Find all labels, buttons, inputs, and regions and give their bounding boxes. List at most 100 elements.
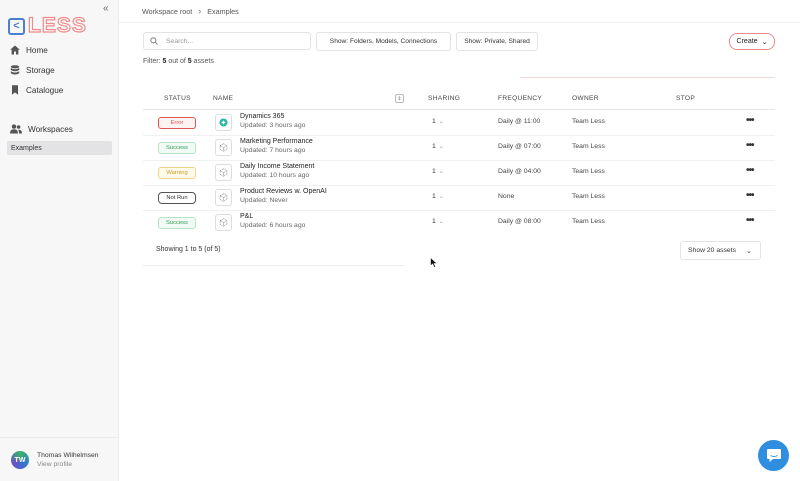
table-row[interactable]: Success Marketing Performance Updated: 7… xyxy=(143,136,775,161)
sharing-dropdown[interactable]: 1 ⌄ xyxy=(432,118,444,125)
column-owner[interactable]: OWNER xyxy=(572,95,599,102)
more-icon[interactable]: ••• xyxy=(746,140,754,151)
asset-updated: Updated: 6 hours ago xyxy=(240,222,306,229)
sidebar: < LESS « Home Storage Catalogue Workspac… xyxy=(0,0,119,481)
column-status[interactable]: STATUS xyxy=(164,95,191,102)
create-label: Create xyxy=(736,38,758,45)
more-icon[interactable]: ••• xyxy=(746,165,754,176)
frequency: Daily @ 08:00 xyxy=(498,218,541,225)
column-frequency[interactable]: FREQUENCY xyxy=(498,95,542,102)
owner: Team Less xyxy=(572,218,605,225)
sharing-count: 1 xyxy=(432,168,436,175)
asset-name[interactable]: Product Reviews w. OpenAI xyxy=(240,188,327,195)
status-badge: Success xyxy=(158,142,196,154)
model-cube-icon xyxy=(215,164,232,181)
status-badge: Warning xyxy=(158,167,196,179)
search-input[interactable] xyxy=(164,36,298,46)
filter-shown-count: 5 xyxy=(162,58,167,65)
more-icon[interactable]: ••• xyxy=(746,215,754,226)
user-name: Thomas Wilhelmsen xyxy=(37,452,99,459)
divider xyxy=(143,265,405,266)
column-stop[interactable]: STOP xyxy=(676,95,695,102)
asset-updated: Updated: 3 hours ago xyxy=(240,122,306,129)
workspace-item-label: Examples xyxy=(11,144,42,152)
page-size-select[interactable]: Show 20 assets ⌄ xyxy=(680,241,761,260)
sharing-dropdown[interactable]: 1 ⌄ xyxy=(432,193,444,200)
sharing-count: 1 xyxy=(432,193,436,200)
mouse-cursor-icon xyxy=(430,257,438,268)
home-icon xyxy=(10,45,20,55)
sharing-dropdown[interactable]: 1 ⌄ xyxy=(432,218,444,225)
table-row[interactable]: Error Dynamics 365 Updated: 3 hours ago … xyxy=(143,111,775,136)
status-badge: Not Run xyxy=(158,192,196,204)
nav-workspaces[interactable]: Workspaces xyxy=(10,121,73,137)
chevron-down-icon: ⌄ xyxy=(438,169,444,175)
sharing-dropdown[interactable]: 1 ⌄ xyxy=(432,143,444,150)
status-badge: Error xyxy=(158,117,196,129)
chevron-down-icon: ⌄ xyxy=(761,38,768,46)
double-chevron-left-icon[interactable]: « xyxy=(103,3,109,14)
nav-workspaces-label: Workspaces xyxy=(28,124,73,134)
page-size-label: Show 20 assets xyxy=(688,247,736,254)
table-row[interactable]: Not Run Product Reviews w. OpenAI Update… xyxy=(143,186,775,211)
nav-storage-label: Storage xyxy=(26,65,55,75)
filter-types-button[interactable]: Show: Folders, Models, Connections xyxy=(316,32,451,51)
users-icon xyxy=(10,124,22,134)
status-badge: Success xyxy=(158,217,196,229)
view-profile-link[interactable]: View profile xyxy=(37,461,99,468)
breadcrumb-workspace-root[interactable]: Workspace root xyxy=(142,7,192,16)
owner: Team Less xyxy=(572,118,605,125)
model-cube-icon xyxy=(215,139,232,156)
chat-bubble-icon xyxy=(766,449,781,462)
avatar: TW xyxy=(11,451,29,469)
workspace-item-examples[interactable]: Examples xyxy=(7,141,112,155)
less-logo[interactable]: < LESS xyxy=(8,13,87,38)
table-row[interactable]: Success P&L Updated: 6 hours ago 1 ⌄ Dail… xyxy=(143,211,775,236)
chevron-down-icon: ⌄ xyxy=(438,119,444,125)
filter-middle: out of xyxy=(168,58,186,65)
sort-icon[interactable]: ⇕ xyxy=(395,94,404,103)
breadcrumb-examples[interactable]: Examples xyxy=(207,7,239,16)
asset-name[interactable]: P&L xyxy=(240,213,253,220)
divider xyxy=(143,109,775,110)
more-icon[interactable]: ••• xyxy=(746,190,754,201)
owner: Team Less xyxy=(572,193,605,200)
chevron-right-icon: › xyxy=(198,6,202,16)
nav-home-label: Home xyxy=(26,45,48,55)
frequency: Daily @ 07:00 xyxy=(498,143,541,150)
nav-home[interactable]: Home xyxy=(10,42,48,58)
nav-catalogue-label: Catalogue xyxy=(26,85,64,95)
database-icon xyxy=(10,65,20,75)
chevron-down-icon: ⌄ xyxy=(745,247,752,255)
asset-name[interactable]: Dynamics 365 xyxy=(240,113,284,120)
chevron-down-icon: ⌄ xyxy=(438,144,444,150)
sharing-dropdown[interactable]: 1 ⌄ xyxy=(432,168,444,175)
filter-visibility-label: Show: Private, Shared xyxy=(464,38,530,45)
model-cube-icon xyxy=(215,214,232,231)
avatar-initials: TW xyxy=(14,456,26,464)
filter-total-count: 5 xyxy=(187,58,192,65)
chevron-down-icon: ⌄ xyxy=(438,219,444,225)
user-profile[interactable]: TW Thomas Wilhelmsen View profile xyxy=(11,451,99,469)
create-button[interactable]: Create ⌄ xyxy=(729,33,775,50)
chat-button[interactable] xyxy=(758,440,789,471)
column-name[interactable]: NAME xyxy=(213,95,233,102)
column-sharing[interactable]: SHARING xyxy=(428,95,460,102)
more-icon[interactable]: ••• xyxy=(746,115,754,126)
asset-name[interactable]: Marketing Performance xyxy=(240,138,313,145)
frequency: Daily @ 04:00 xyxy=(498,168,541,175)
table-row[interactable]: Warning Daily Income Statement Updated: … xyxy=(143,161,775,186)
frequency: Daily @ 11:00 xyxy=(498,118,541,125)
logo-bracket-icon: < xyxy=(8,17,25,35)
frequency: None xyxy=(498,193,515,200)
nav-storage[interactable]: Storage xyxy=(10,62,55,78)
owner: Team Less xyxy=(572,143,605,150)
filter-visibility-button[interactable]: Show: Private, Shared xyxy=(456,32,538,51)
sharing-count: 1 xyxy=(432,143,436,150)
logo-text: LESS xyxy=(27,13,87,37)
nav-catalogue[interactable]: Catalogue xyxy=(10,82,63,98)
bookmark-icon xyxy=(12,85,18,95)
search-box[interactable] xyxy=(143,32,311,50)
search-icon xyxy=(150,37,158,45)
asset-name[interactable]: Daily Income Statement xyxy=(240,163,314,170)
